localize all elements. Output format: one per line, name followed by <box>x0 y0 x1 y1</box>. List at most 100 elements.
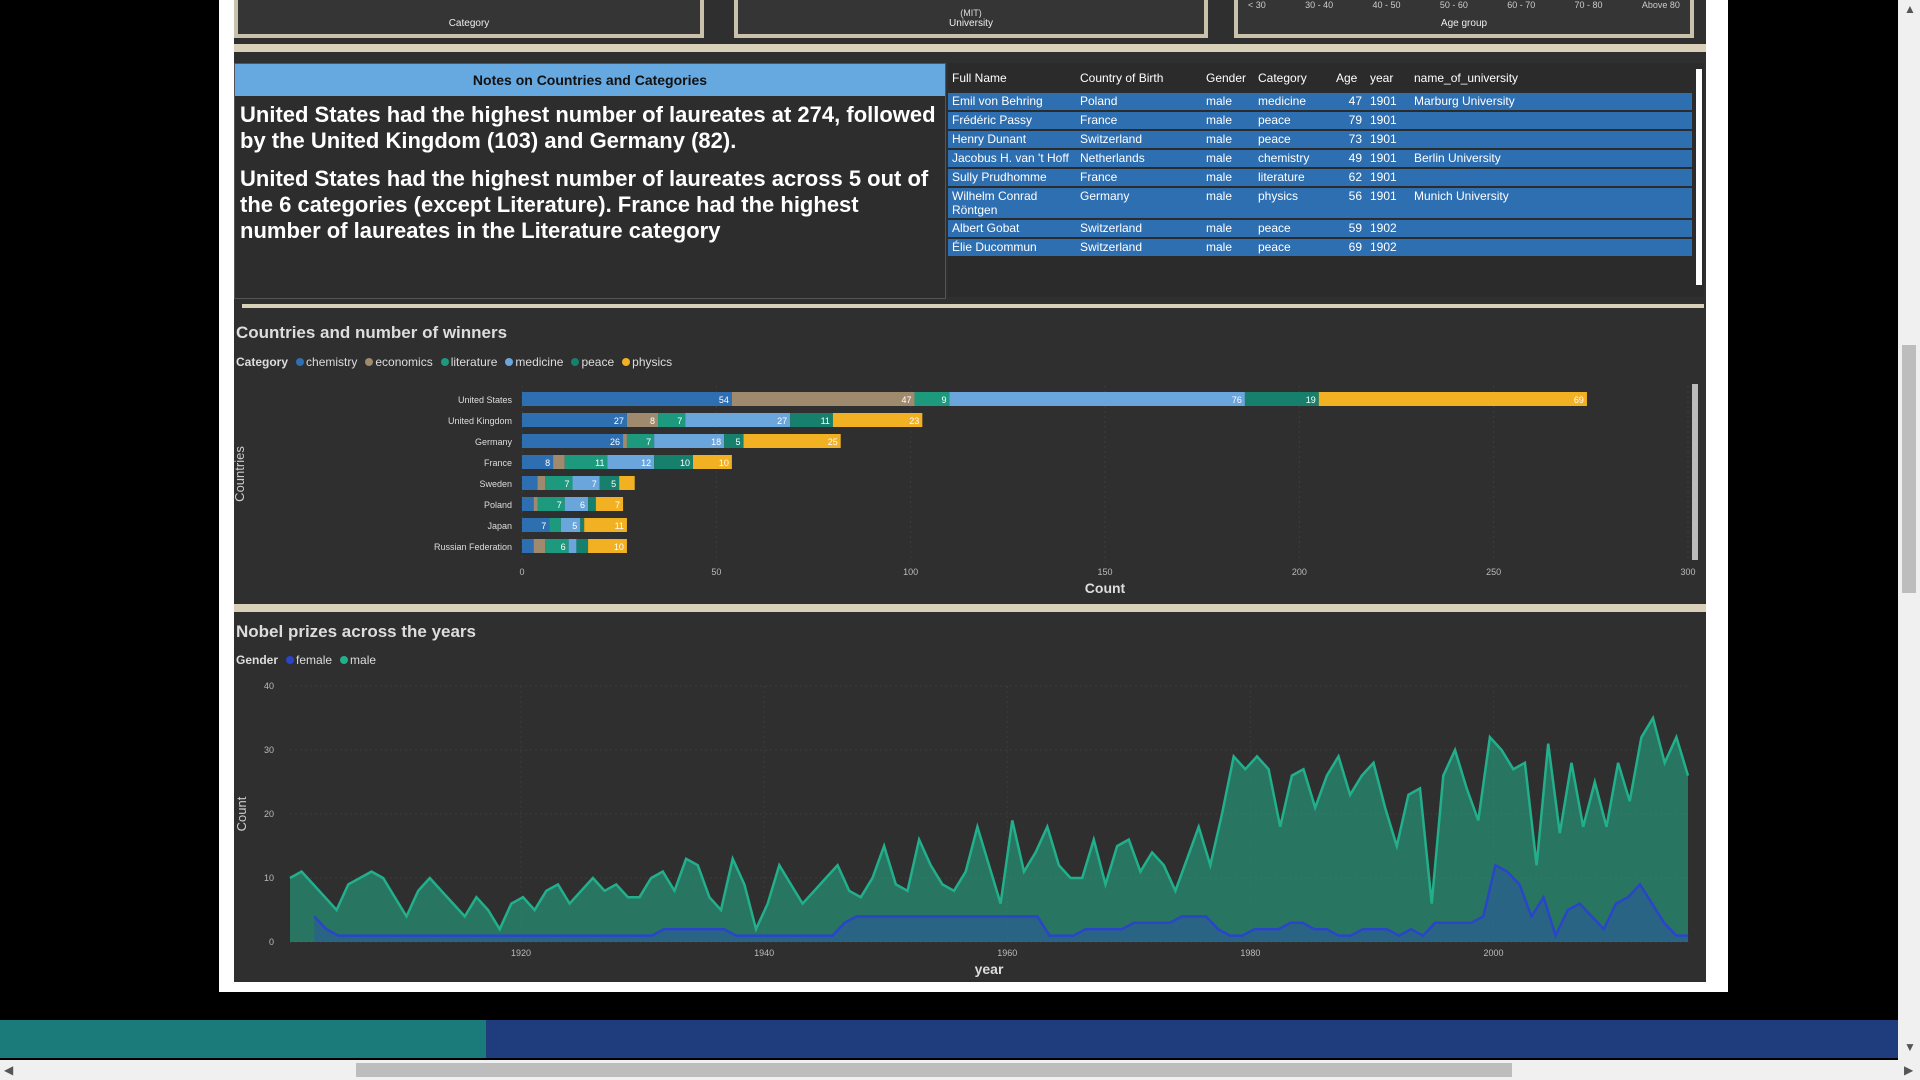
table-cell: peace <box>1254 130 1332 150</box>
bar-segment[interactable] <box>599 476 620 490</box>
bar-segment[interactable] <box>560 518 581 532</box>
table-row[interactable]: Frédéric Passy France male peace 79 1901 <box>948 111 1692 131</box>
column-header-category[interactable]: Category <box>1254 63 1332 93</box>
vertical-scroll-thumb[interactable] <box>1902 345 1916 593</box>
university-card-sub: (MIT) <box>960 8 982 18</box>
bar-chart-legend: Category chemistry economics literature med… <box>236 355 672 369</box>
x-tick-label: 250 <box>1486 567 1501 577</box>
category-card[interactable]: Category <box>234 0 704 38</box>
table-cell: Berlin University <box>1410 149 1692 169</box>
bar-data-label: 6 <box>580 500 585 510</box>
scroll-left-icon[interactable]: ◀ <box>4 1063 13 1077</box>
bar-data-label: 7 <box>541 521 546 531</box>
table-row[interactable]: Emil von Behring Poland male medicine 47 1901… <box>948 93 1692 112</box>
scroll-right-icon[interactable]: ▶ <box>1904 1063 1913 1077</box>
age-tick: 40 - 50 <box>1372 0 1401 10</box>
table-cell: 1902 <box>1366 219 1410 239</box>
table-cell: France <box>1076 168 1202 188</box>
bar-segment[interactable] <box>522 413 627 427</box>
table-cell: 59 <box>1332 219 1366 239</box>
bar-segment[interactable] <box>522 497 534 511</box>
bar-legend-item[interactable]: medicine <box>505 355 563 369</box>
bar-data-label: 47 <box>902 395 912 405</box>
bar-segment[interactable] <box>743 434 841 448</box>
column-header-year[interactable]: year <box>1366 63 1410 93</box>
table-row[interactable]: Jacobus H. van 't Hoff Netherlands male che… <box>948 149 1692 169</box>
line-legend-item[interactable]: male <box>340 653 376 667</box>
bar-segment[interactable] <box>537 476 546 490</box>
table-cell: 56 <box>1332 187 1366 220</box>
bar-segment[interactable] <box>731 392 915 406</box>
bar-segment[interactable] <box>576 539 589 553</box>
bar-data-label: 7 <box>646 437 651 447</box>
bar-segment[interactable] <box>724 434 744 448</box>
x-tick-label: 1960 <box>997 948 1017 958</box>
table-row[interactable]: Henry Dunant Switzerland male peace 73 1901 <box>948 130 1692 150</box>
table-cell: 1901 <box>1366 130 1410 150</box>
table-cell: peace <box>1254 219 1332 239</box>
bar-segment[interactable] <box>1318 392 1587 406</box>
bar-segment[interactable] <box>568 539 577 553</box>
bar-segment[interactable] <box>623 434 627 448</box>
table-row[interactable]: Albert Gobat Switzerland male peace 59 1902 <box>948 219 1692 239</box>
age-group-card[interactable]: < 30 30 - 40 40 - 50 50 - 60 60 - 70 70 … <box>1234 0 1694 38</box>
bar-segment[interactable] <box>549 518 561 532</box>
bar-data-label: 18 <box>711 437 721 447</box>
bar-data-label: 76 <box>1232 395 1242 405</box>
horizontal-scroll-thumb[interactable] <box>356 1063 1512 1077</box>
column-header-university[interactable]: name_of_university <box>1410 63 1692 93</box>
bar-segment[interactable] <box>522 434 624 448</box>
column-header-full-name[interactable]: Full Name <box>948 63 1076 93</box>
area-chart-title: Nobel prizes across the years <box>236 622 477 641</box>
y-tick-label: France <box>484 458 512 468</box>
bar-segment[interactable] <box>522 392 732 406</box>
bar-segment[interactable] <box>553 455 565 469</box>
bar-legend-item[interactable]: chemistry <box>296 355 357 369</box>
horizontal-scrollbar[interactable]: ◀ ▶ <box>0 1060 1920 1080</box>
bar-segment[interactable] <box>588 497 596 511</box>
bar-legend-item[interactable]: literature <box>440 355 497 369</box>
bar-segment[interactable] <box>949 392 1245 406</box>
table-cell: 1901 <box>1366 93 1410 112</box>
bar-data-label: 11 <box>595 458 604 468</box>
bar-legend-item[interactable]: peace <box>571 355 614 369</box>
table-cell: Albert Gobat <box>948 219 1076 239</box>
column-header-country[interactable]: Country of Birth <box>1076 63 1202 93</box>
x-tick-label: 300 <box>1680 567 1695 577</box>
table-cell: male <box>1202 93 1254 112</box>
bar-segment[interactable] <box>533 539 546 553</box>
university-card[interactable]: (MIT) University <box>734 0 1208 38</box>
scroll-up-icon[interactable]: ▲ <box>1904 2 1916 16</box>
vertical-scrollbar[interactable]: ▲ ▼ <box>1898 0 1920 1060</box>
table-row[interactable]: Élie Ducommun Switzerland male peace 69 1902 <box>948 238 1692 258</box>
table-cell: male <box>1202 111 1254 131</box>
column-header-gender[interactable]: Gender <box>1202 63 1254 93</box>
table-row[interactable]: Sully Prudhomme France male literature 62 190… <box>948 168 1692 188</box>
bar-segment[interactable] <box>685 413 791 427</box>
bar-segment[interactable] <box>522 539 534 553</box>
table-cell: Wilhelm Conrad Röntgen <box>948 187 1076 220</box>
bar-data-label: 5 <box>572 521 577 531</box>
table-row[interactable]: Wilhelm Conrad Röntgen Germany male physics… <box>948 187 1692 220</box>
bar-data-label: 10 <box>614 542 624 552</box>
table-cell: Germany <box>1076 187 1202 220</box>
bar-segment[interactable] <box>619 476 635 490</box>
x-tick-label: 0 <box>519 567 524 577</box>
bar-segment[interactable] <box>580 518 585 532</box>
bar-segment[interactable] <box>533 497 538 511</box>
line-legend-item[interactable]: female <box>286 653 332 667</box>
table-cell: 1901 <box>1366 187 1410 220</box>
column-header-age[interactable]: Age <box>1332 63 1366 93</box>
bar-segment[interactable] <box>522 476 538 490</box>
notes-paragraph-1: United States had the highest number of … <box>240 102 936 153</box>
bar-legend-item[interactable]: economics <box>365 355 433 369</box>
age-tick: 70 - 80 <box>1574 0 1603 10</box>
bar-chart-scrollbar[interactable] <box>1692 384 1698 560</box>
bar-legend-item[interactable]: physics <box>622 355 672 369</box>
scroll-down-icon[interactable]: ▼ <box>1904 1040 1916 1054</box>
legend-label: medicine <box>515 355 564 369</box>
table-scrollbar[interactable] <box>1696 69 1702 285</box>
laureates-table[interactable]: Full Name Country of Birth Gender Catego… <box>948 63 1704 297</box>
age-tick: < 30 <box>1248 0 1266 10</box>
x-axis-title: year <box>975 961 1004 977</box>
